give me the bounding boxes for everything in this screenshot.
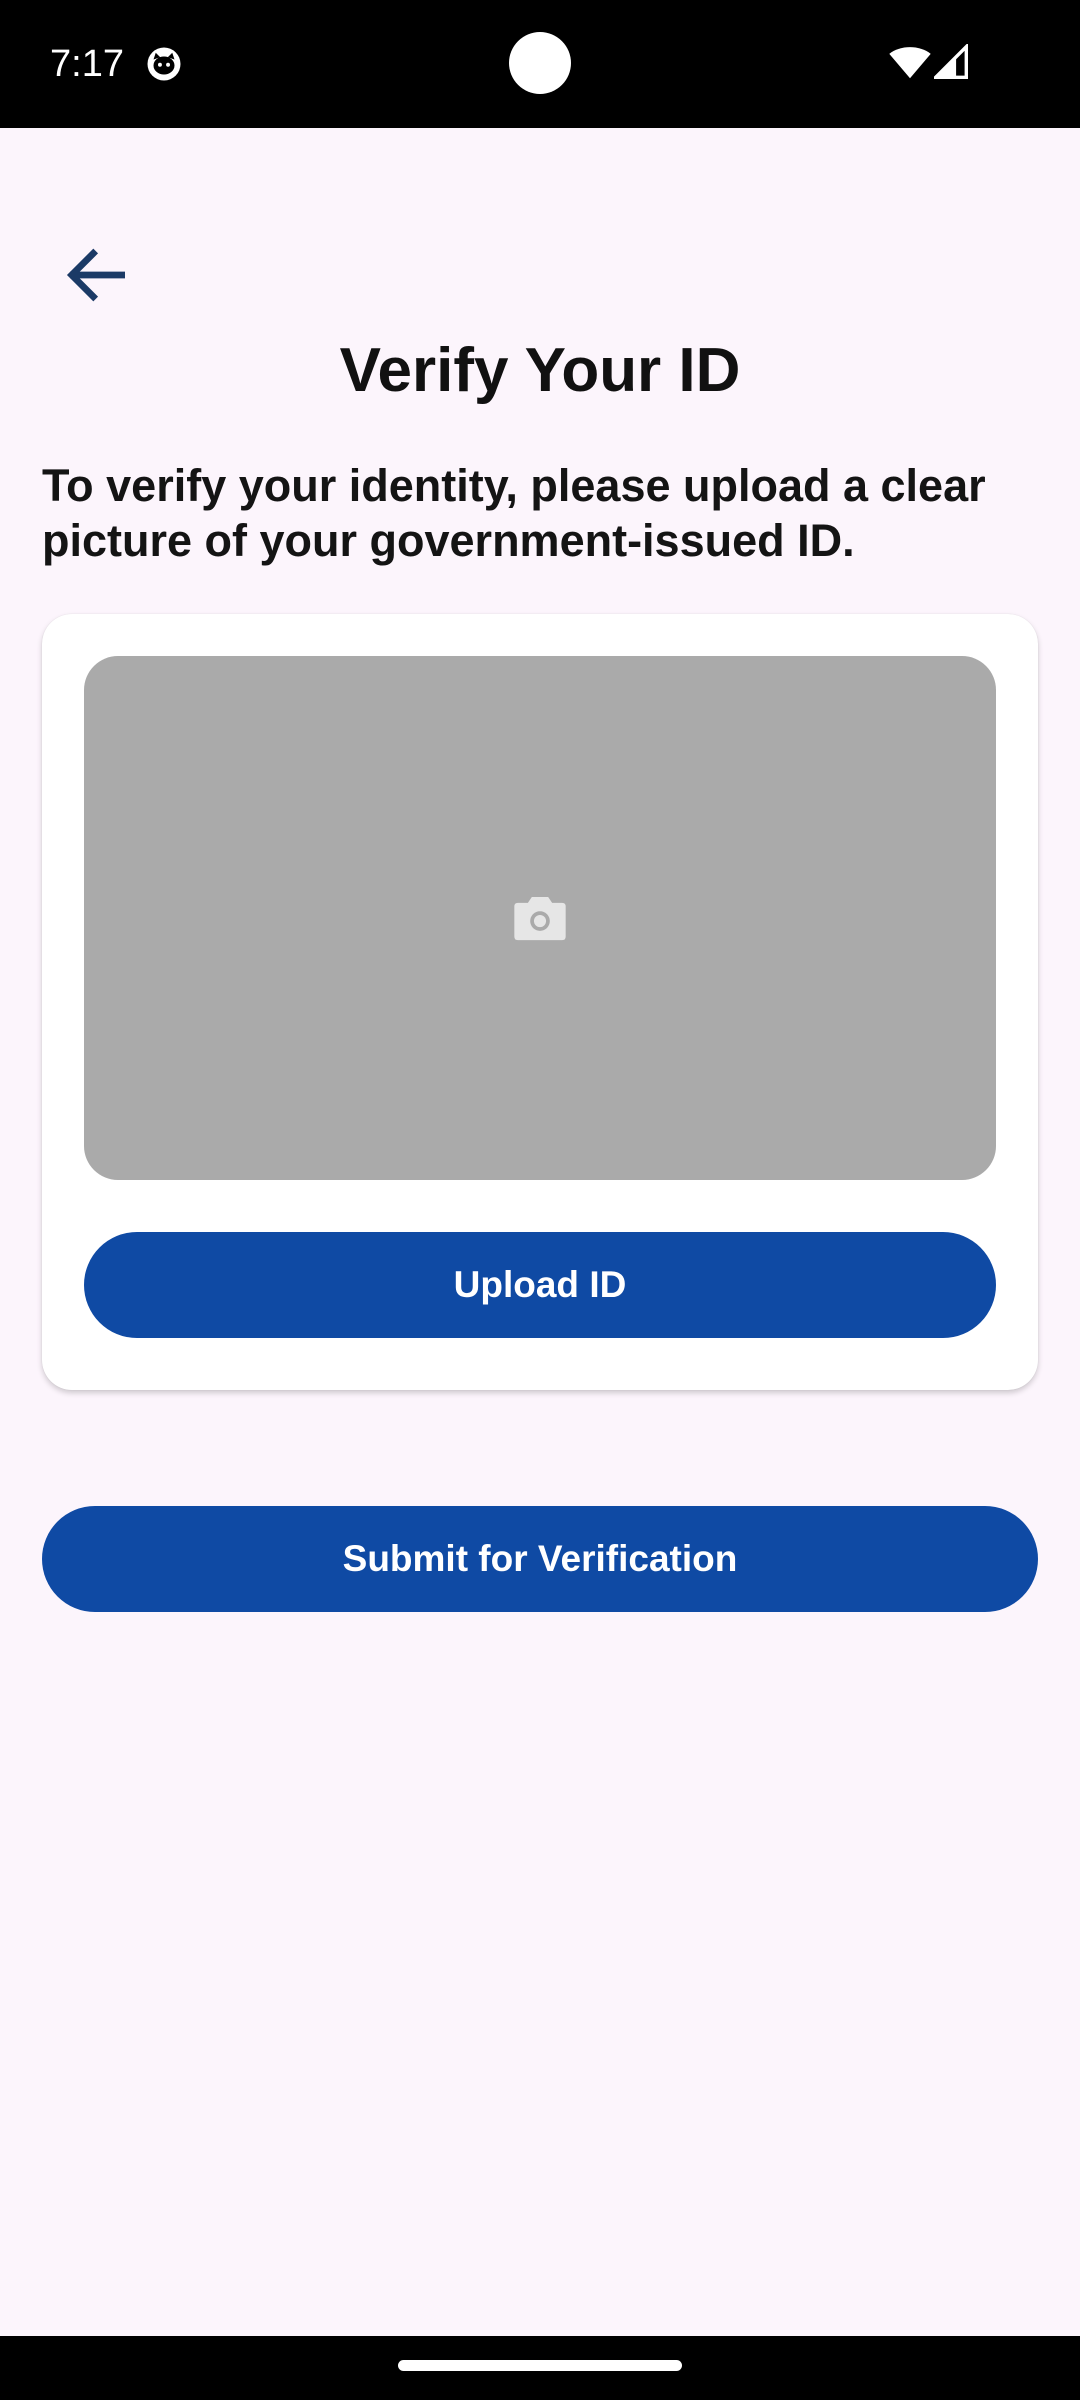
status-bar: 7:17: [0, 0, 1080, 128]
wifi-icon: [889, 47, 931, 79]
camera-icon: [514, 897, 566, 941]
status-time: 7:17: [50, 43, 124, 85]
arrow-back-icon: [66, 248, 125, 302]
home-indicator[interactable]: [398, 2360, 682, 2371]
cat-face-icon: [147, 47, 181, 81]
upload-id-button[interactable]: Upload ID: [84, 1232, 996, 1338]
back-button[interactable]: [40, 220, 150, 330]
upload-card: Upload ID: [42, 614, 1038, 1390]
cellular-signal-icon: [934, 44, 968, 79]
front-camera: [509, 32, 571, 94]
page-title: Verify Your ID: [339, 336, 741, 405]
instructions-text: To verify your identity, please upload a…: [42, 460, 986, 566]
submit-verification-button[interactable]: Submit for Verification: [42, 1506, 1038, 1612]
navigation-bar: [0, 2336, 1080, 2400]
id-preview[interactable]: [84, 656, 996, 1180]
